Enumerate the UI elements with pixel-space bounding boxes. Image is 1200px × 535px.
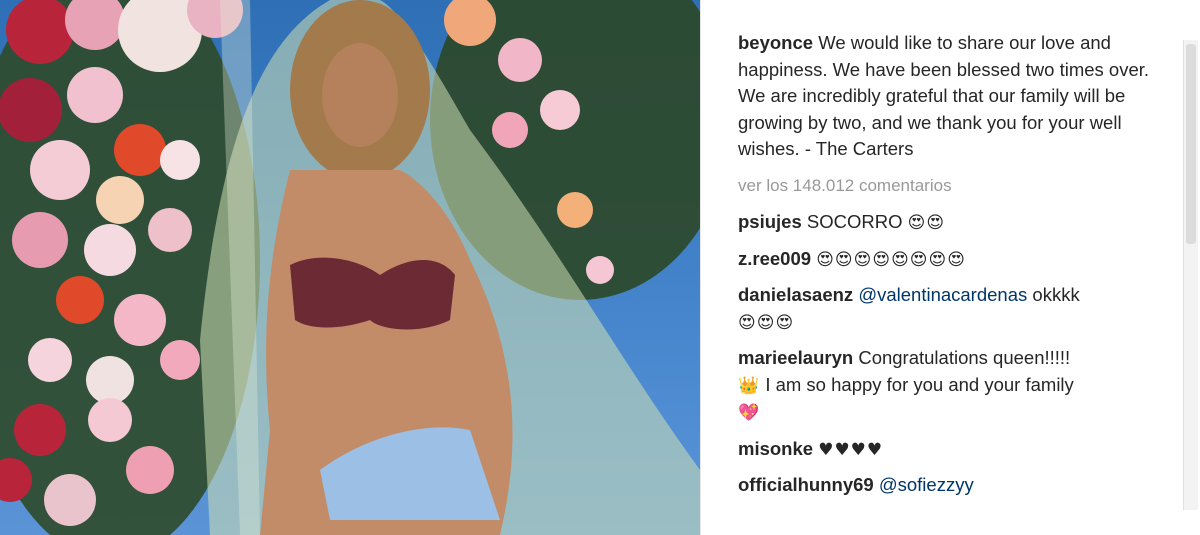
emoji-icon: 😍😍😍😍😍😍😍😍 xyxy=(816,249,966,270)
comment-mention-link[interactable]: @valentinacardenas xyxy=(858,284,1027,305)
comment-item: psiujes SOCORRO 😍😍 xyxy=(738,209,1178,237)
heart-emoji-icon: 💖 xyxy=(738,403,761,423)
post-caption: beyonce We would like to share our love … xyxy=(738,30,1178,163)
comment-item: misonke ♥♥♥♥ xyxy=(738,436,1178,464)
hearts-emoji-icon: ♥♥♥♥ xyxy=(818,439,884,460)
emoji-icon: 😍😍😍 xyxy=(738,312,795,333)
panel-divider xyxy=(700,0,731,535)
emoji-icon: 😍😍 xyxy=(907,213,946,233)
comments-panel: beyonce We would like to share our love … xyxy=(738,30,1178,508)
comments-scrollbar[interactable] xyxy=(1183,40,1198,510)
comment-item: officialhunny69 @sofiezzyy xyxy=(738,472,1178,499)
scrollbar-thumb[interactable] xyxy=(1186,44,1196,244)
comment-username[interactable]: officialhunny69 xyxy=(738,474,874,495)
comment-text: Congratulations queen!!!!! xyxy=(858,347,1071,368)
comment-item: marieelauryn Congratulations queen!!!!! … xyxy=(738,345,1178,427)
comment-text: SOCORRO xyxy=(806,211,903,232)
caption-username[interactable]: beyonce xyxy=(738,32,813,53)
crown-emoji-icon: 👑 xyxy=(738,375,761,396)
comment-username[interactable]: z.ree009 xyxy=(738,248,811,269)
view-all-comments-link[interactable]: ver los 148.012 comentarios xyxy=(738,173,1178,200)
comment-username[interactable]: danielasaenz xyxy=(738,284,853,305)
comment-item: danielasaenz @valentinacardenas okkkk 😍😍… xyxy=(738,282,1178,336)
comment-username[interactable]: psiujes xyxy=(738,211,802,232)
comment-item: z.ree009 😍😍😍😍😍😍😍😍 xyxy=(738,246,1178,274)
comment-mention-link[interactable]: @sofiezzyy xyxy=(879,474,974,495)
comment-username[interactable]: marieelauryn xyxy=(738,347,853,368)
comment-text: okkkk xyxy=(1032,284,1080,305)
comment-username[interactable]: misonke xyxy=(738,438,813,459)
photo-illustration xyxy=(0,0,700,535)
comment-text-continued: I am so happy for you and your family xyxy=(765,373,1074,395)
post-photo[interactable] xyxy=(0,0,700,535)
